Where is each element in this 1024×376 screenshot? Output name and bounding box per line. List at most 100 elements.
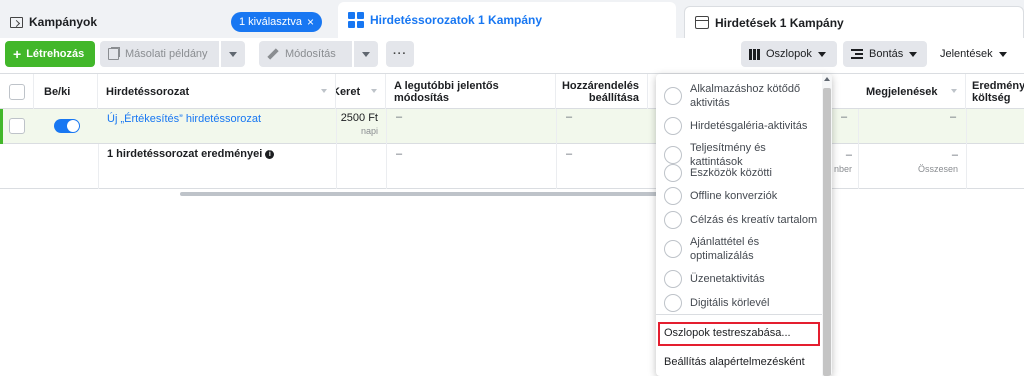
select-all-checkbox[interactable] — [8, 83, 25, 100]
tab-ads[interactable]: Hirdetések 1 Kampány — [684, 6, 1024, 38]
breakdown-button-label: Bontás — [869, 48, 904, 60]
radio-button[interactable] — [664, 117, 682, 135]
column-divider — [336, 109, 337, 144]
column-divider — [966, 109, 967, 144]
menu-item-bidding[interactable]: Ajánlattétel és optimalizálás — [664, 235, 820, 263]
breakdown-button[interactable]: Bontás — [843, 41, 927, 67]
column-divider — [858, 144, 859, 189]
duplicate-button-label: Másolati példány — [125, 48, 208, 60]
header-impressions-label: Megjelenések — [866, 85, 938, 98]
selected-row-marker — [0, 109, 3, 144]
ad-page-icon — [695, 16, 709, 29]
radio-button[interactable] — [664, 164, 682, 182]
menu-item-label: Célzás és kreatív tartalom — [690, 214, 818, 226]
chevron-down-icon — [817, 51, 826, 57]
info-icon[interactable]: i — [265, 149, 275, 159]
level-tabs: Kampányok 1 kiválasztva × Hirdetéssoroza… — [0, 0, 1024, 38]
create-button[interactable]: + Létrehozás — [5, 41, 95, 67]
radio-button[interactable] — [664, 87, 682, 105]
delivery-toggle[interactable] — [54, 119, 80, 133]
tab-adsets[interactable]: Hirdetéssorozatok 1 Kampány — [338, 2, 676, 38]
summary-attribution: – — [566, 148, 573, 160]
menu-item-label: Eszközök közötti — [690, 167, 772, 179]
menu-scrollbar-track[interactable] — [822, 74, 832, 376]
summary-label: 1 hirdetéssorozat eredményei — [107, 148, 263, 160]
sort-icon — [321, 89, 327, 93]
row-checkbox[interactable] — [9, 118, 25, 134]
columns-button[interactable]: Oszlopok — [741, 41, 837, 67]
table-row[interactable]: Új „Értékesítés” hirdetéssorozat 2500 Ft… — [0, 109, 1024, 144]
reports-button[interactable]: Jelentések — [932, 41, 1024, 67]
columns-menu: Alkalmazáshoz kötődő aktivitás Hirdetésg… — [656, 74, 832, 376]
menu-item-label: Digitális körlevél — [690, 297, 770, 309]
column-divider — [98, 144, 99, 189]
menu-item-label: Alkalmazáshoz kötődő aktivitás — [690, 83, 801, 109]
duplicate-dropdown[interactable] — [219, 41, 245, 67]
header-onoff[interactable]: Be/ki — [34, 74, 98, 109]
horizontal-scrollbar[interactable] — [180, 192, 660, 196]
column-divider — [386, 144, 387, 189]
header-cost-result[interactable]: Eredmény költség — [966, 74, 1024, 109]
select-all-cell — [0, 74, 34, 109]
plus-icon: + — [13, 46, 22, 62]
tab-campaigns[interactable]: Kampányok 1 kiválasztva × — [0, 6, 338, 38]
sort-icon — [371, 89, 377, 93]
reports-button-label: Jelentések — [940, 48, 993, 60]
scroll-up-icon[interactable] — [824, 77, 830, 81]
column-divider — [858, 109, 859, 144]
menu-item-app-activity[interactable]: Alkalmazáshoz kötődő aktivitás — [664, 82, 820, 110]
summary-impressions: – Összesen — [900, 148, 958, 176]
header-impressions[interactable]: Megjelenések — [858, 74, 966, 109]
radio-button[interactable] — [664, 211, 682, 229]
menu-item-ad-gallery[interactable]: Hirdetésgaléria-aktivitás — [664, 117, 820, 135]
tab-adsets-label: Hirdetéssorozatok 1 Kampány — [370, 13, 543, 27]
column-divider — [556, 109, 557, 144]
menu-item-label: Üzenetaktivitás — [690, 273, 765, 285]
chevron-down-icon — [998, 51, 1007, 57]
menu-item-newsletter[interactable]: Digitális körlevél — [664, 294, 820, 312]
toolbar: + Létrehozás Másolati példány Módosítás … — [0, 38, 1024, 72]
close-icon[interactable]: × — [307, 15, 314, 29]
adset-name-link[interactable]: Új „Értékesítés” hirdetéssorozat — [107, 113, 261, 125]
duplicate-button[interactable]: Másolati példány — [100, 41, 245, 67]
radio-button[interactable] — [664, 294, 682, 312]
folder-icon — [10, 16, 23, 28]
budget-period: napi — [360, 126, 378, 136]
summary-hidden-value: – — [845, 149, 852, 161]
menu-divider — [656, 314, 822, 315]
radio-button[interactable] — [664, 240, 682, 258]
more-button[interactable]: ··· — [386, 41, 414, 67]
summary-row: 1 hirdetéssorozat eredményei i – – – nbe… — [0, 144, 1024, 189]
header-attribution[interactable]: Hozzárendelés beállítása — [556, 74, 648, 109]
menu-item-targeting[interactable]: Célzás és kreatív tartalom — [664, 211, 820, 229]
pencil-icon — [267, 48, 279, 60]
adsets-grid-icon — [348, 12, 364, 28]
budget-cell: 2500 Ft napi — [336, 112, 378, 138]
menu-item-messaging[interactable]: Üzenetaktivitás — [664, 270, 820, 288]
create-button-label: Létrehozás — [26, 48, 85, 60]
menu-item-offline[interactable]: Offline konverziók — [664, 187, 820, 205]
impressions-value: – — [950, 111, 957, 123]
last-change-value: – — [396, 111, 403, 123]
highlight-box — [658, 322, 820, 346]
column-divider — [556, 144, 557, 189]
tab-campaigns-label: Kampányok — [29, 15, 98, 29]
header-budget[interactable]: Keret — [336, 74, 386, 109]
breakdown-icon — [851, 49, 863, 59]
chevron-down-icon — [229, 51, 237, 57]
edit-dropdown[interactable] — [352, 41, 378, 67]
header-adset[interactable]: Hirdetéssorozat — [98, 74, 336, 109]
column-divider — [966, 144, 967, 189]
edit-button[interactable]: Módosítás — [259, 41, 378, 67]
header-last-change[interactable]: A legutóbbi jelentős módosítás — [386, 74, 556, 109]
radio-button[interactable] — [664, 270, 682, 288]
row-toggle-cell — [54, 119, 80, 133]
menu-item-cross-device[interactable]: Eszközök közötti — [664, 164, 820, 182]
selection-badge[interactable]: 1 kiválasztva × — [231, 12, 322, 32]
radio-button[interactable] — [664, 146, 682, 164]
summary-label-cell: 1 hirdetéssorozat eredményei i — [107, 148, 275, 160]
menu-scrollbar-thumb[interactable] — [823, 88, 831, 376]
set-default-item[interactable]: Beállítás alapértelmezésként — [664, 356, 805, 368]
menu-item-label: Ajánlattétel és optimalizálás — [690, 236, 760, 262]
radio-button[interactable] — [664, 187, 682, 205]
